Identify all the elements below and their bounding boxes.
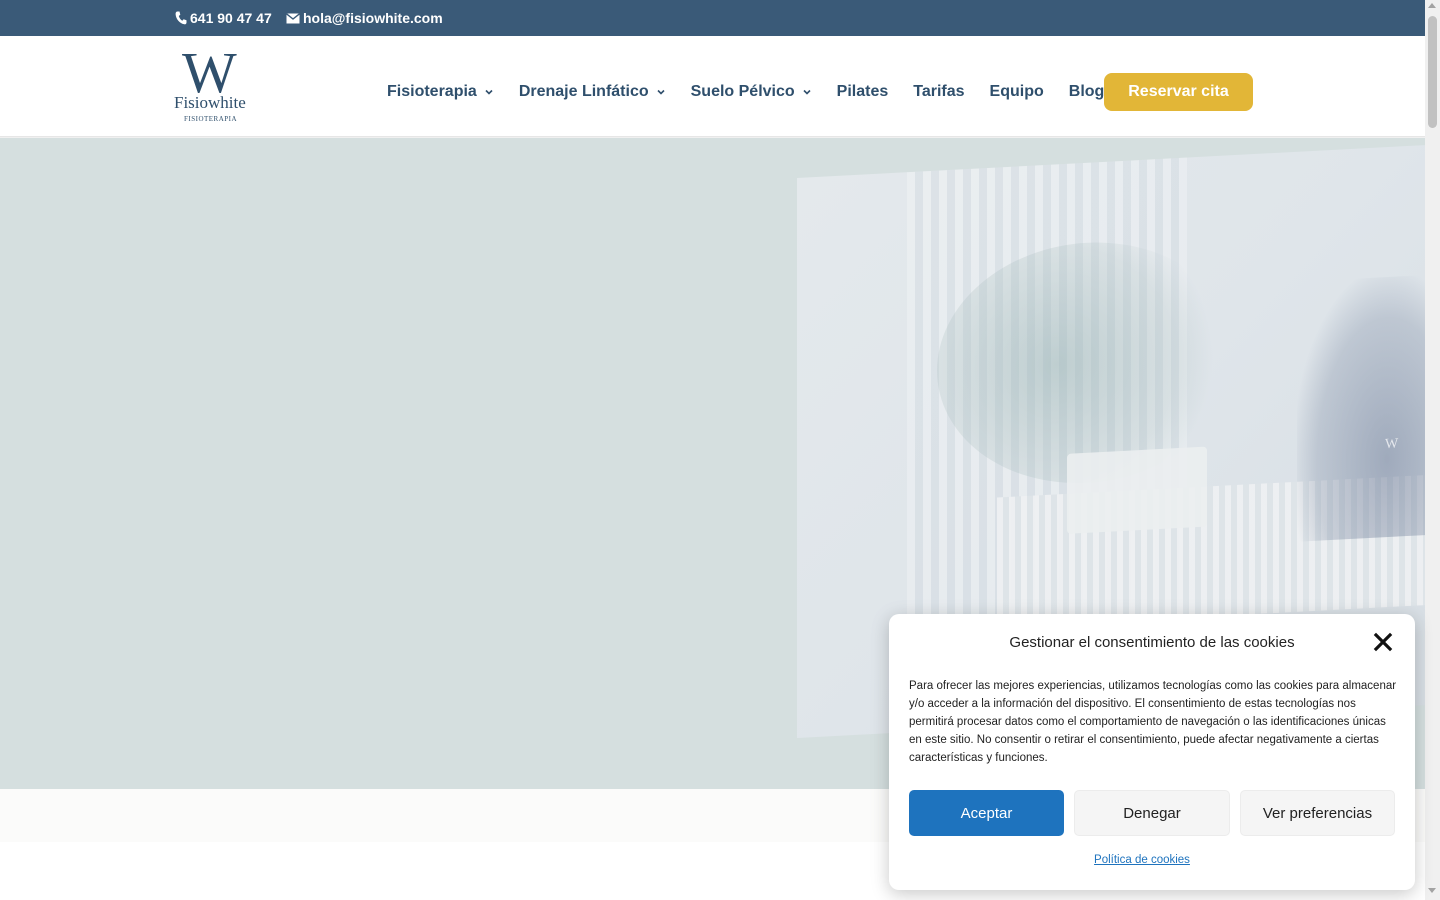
- nav-item-blog[interactable]: Blog: [1069, 83, 1105, 101]
- nav-item-fisioterapia[interactable]: Fisioterapia: [387, 83, 494, 101]
- nav-item-pilates[interactable]: Pilates: [837, 83, 889, 101]
- scrollbar-thumb[interactable]: [1428, 16, 1437, 128]
- site-header: W Fisiowhite FISIOTERAPIA Fisioterapia D…: [0, 36, 1425, 137]
- deny-cookies-button[interactable]: Denegar: [1074, 790, 1230, 836]
- nav-item-tarifas[interactable]: Tarifas: [913, 83, 964, 101]
- chevron-down-icon: [657, 89, 665, 95]
- nav-item-label: Suelo Pélvico: [690, 83, 795, 100]
- cookie-consent-dialog: Gestionar el consentimiento de las cooki…: [889, 614, 1415, 890]
- view-preferences-button[interactable]: Ver preferencias: [1240, 790, 1395, 836]
- logo-brand: Fisiowhite: [174, 93, 246, 112]
- email-link[interactable]: hola@fisiowhite.com: [286, 10, 443, 26]
- top-bar: 641 90 47 47 hola@fisiowhite.com: [0, 0, 1425, 36]
- chevron-down-icon: [485, 89, 493, 95]
- cookie-dialog-text: Para ofrecer las mejores experiencias, u…: [909, 680, 1397, 764]
- photo-receptionist: W: [1297, 273, 1425, 542]
- email-address: hola@fisiowhite.com: [303, 10, 443, 26]
- nav-item-label: Tarifas: [913, 83, 965, 100]
- logo-subtitle: FISIOTERAPIA: [184, 115, 238, 123]
- scroll-up-arrow-icon[interactable]: [1428, 3, 1436, 8]
- nav-item-label: Drenaje Linfático: [518, 83, 649, 100]
- page-scrollbar[interactable]: [1425, 0, 1440, 900]
- nav-item-label: Pilates: [836, 83, 889, 100]
- main-nav: Fisioterapia Drenaje Linfático Suelo Pél…: [387, 72, 1129, 112]
- phone-icon: [175, 11, 187, 25]
- cookie-dialog-title: Gestionar el consentimiento de las cooki…: [1009, 634, 1295, 651]
- accept-cookies-button[interactable]: Aceptar: [909, 790, 1064, 836]
- chevron-down-icon: [803, 89, 811, 95]
- phone-number: 641 90 47 47: [190, 10, 272, 26]
- logo[interactable]: W Fisiowhite FISIOTERAPIA: [174, 44, 254, 128]
- nav-item-label: Fisioterapia: [387, 83, 477, 100]
- nav-item-equipo[interactable]: Equipo: [990, 83, 1044, 101]
- phone-link[interactable]: 641 90 47 47: [175, 10, 272, 26]
- envelope-icon: [286, 12, 300, 24]
- scroll-down-arrow-icon[interactable]: [1428, 888, 1436, 893]
- photo-flower-pot: [1067, 446, 1207, 534]
- close-icon[interactable]: [1373, 632, 1393, 652]
- book-appointment-button[interactable]: Reservar cita: [1104, 73, 1253, 111]
- nav-item-label: Equipo: [989, 83, 1044, 100]
- nav-item-drenaje-linfatico[interactable]: Drenaje Linfático: [519, 83, 666, 101]
- nav-item-label: Blog: [1068, 83, 1105, 100]
- nav-item-suelo-pelvico[interactable]: Suelo Pélvico: [691, 83, 812, 101]
- cookie-policy-link[interactable]: Política de cookies: [889, 854, 1395, 866]
- page: 641 90 47 47 hola@fisiowhite.com W Fisio…: [0, 0, 1440, 900]
- photo-logo-mark: W: [1385, 436, 1399, 453]
